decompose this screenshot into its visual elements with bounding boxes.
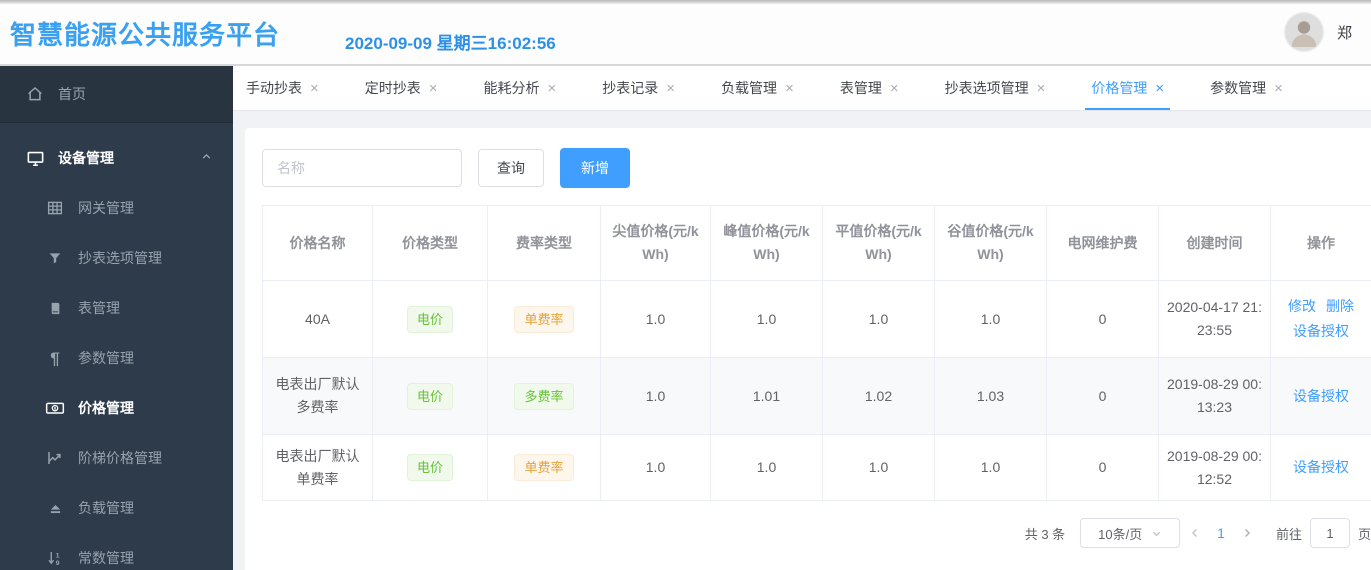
chevron-down-icon xyxy=(1151,528,1162,539)
chart-line-icon xyxy=(45,448,65,468)
close-icon[interactable]: × xyxy=(1155,81,1164,96)
toolbar: 查询 新增 xyxy=(262,148,1371,188)
table-row: 电表出厂默认多费率 电价 多费率 1.0 1.01 1.02 1.03 0 2019-08-29… xyxy=(262,357,1371,435)
close-icon[interactable]: × xyxy=(310,81,319,96)
table-row: 40A 电价 单费率 1.0 1.0 1.0 1.0 0 2020-04-17 21:23:55… xyxy=(262,280,1371,358)
sidebar-item-3[interactable]: 抄表选项管理 xyxy=(0,233,233,283)
sidebar-item-4[interactable]: 表管理 xyxy=(0,283,233,333)
page-size-select[interactable]: 10条/页 xyxy=(1080,518,1181,548)
page-unit-label: 页 xyxy=(1357,526,1371,542)
price-table: 价格名称 价格类型 费率类型 尖值价格(元/kWh) 峰值价格(元/kWh) 平值价格(元… xyxy=(262,205,1371,501)
tab-item-5[interactable]: 表管理 × xyxy=(840,66,899,110)
sidebar-item-0[interactable]: 首页 xyxy=(0,66,233,123)
green-badge: 电价 xyxy=(406,382,453,410)
home-icon xyxy=(25,84,45,104)
action-link[interactable]: 删除 xyxy=(1326,295,1354,318)
monitor-icon xyxy=(25,148,45,168)
table-row: 电表出厂默认单费率 电价 单费率 1.0 1.0 1.0 1.0 0 2019-08-29 00… xyxy=(262,434,1371,501)
tab-item-0[interactable]: 手动抄表 × xyxy=(246,66,319,110)
user-name: 郑 xyxy=(1337,24,1353,42)
orange-badge: 单费率 xyxy=(514,454,574,481)
close-icon[interactable]: × xyxy=(429,81,438,96)
grid-icon xyxy=(45,198,65,218)
sidebar-item-6[interactable]: 价格管理 xyxy=(0,383,233,433)
column-header-6: 谷值价格(元/kWh) xyxy=(934,205,1047,281)
filter-icon xyxy=(45,248,65,268)
content-card: 查询 新增 价格名称价格类型费率类型尖值价格(元/kWh)峰值价格(元/kWh)… xyxy=(245,128,1371,570)
close-icon[interactable]: × xyxy=(785,81,794,96)
tab-item-8[interactable]: 参数管理 × xyxy=(1210,66,1283,110)
action-link[interactable]: 设备授权 xyxy=(1293,385,1349,408)
column-header-5: 平值价格(元/kWh) xyxy=(822,205,935,281)
top-strip xyxy=(0,0,1371,4)
column-header-2: 费率类型 xyxy=(487,205,601,281)
tab-item-3[interactable]: 抄表记录 × xyxy=(602,66,675,110)
svg-text:1: 1 xyxy=(56,552,60,559)
sidebar-item-1[interactable]: 设备管理 xyxy=(0,133,233,183)
svg-text:9: 9 xyxy=(56,560,60,567)
goto-page-input[interactable] xyxy=(1309,518,1350,548)
column-header-1: 价格类型 xyxy=(372,205,488,281)
tab-item-2[interactable]: 能耗分析 × xyxy=(484,66,557,110)
tab-bar: 手动抄表 × 定时抄表 × 能耗分析 × 抄表记录 × 负载管理 × 表管理 × 抄表选项管理 × 价格管理… xyxy=(233,66,1371,111)
column-header-7: 电网维护费 xyxy=(1046,205,1159,281)
close-icon[interactable]: × xyxy=(548,81,557,96)
sidebar-item-5[interactable]: ¶ 参数管理 xyxy=(0,333,233,383)
action-link[interactable]: 设备授权 xyxy=(1293,320,1349,343)
sort-numeric-icon: 19 xyxy=(45,548,65,568)
column-header-9: 操作 xyxy=(1270,205,1371,281)
close-icon[interactable]: × xyxy=(1037,81,1046,96)
green-badge: 电价 xyxy=(406,454,453,481)
goto-label: 前往 xyxy=(1275,526,1302,542)
search-input[interactable] xyxy=(262,149,462,187)
page-title: 智慧能源公共服务平台 xyxy=(10,20,281,50)
avatar[interactable] xyxy=(1285,13,1323,51)
datetime-text: 2020-09-09 星期三16:02:56 xyxy=(345,34,556,53)
prev-page-button[interactable] xyxy=(1189,527,1201,539)
user-box[interactable]: 郑 xyxy=(1285,13,1352,51)
close-icon[interactable]: × xyxy=(1274,81,1283,96)
chevron-up-icon xyxy=(200,150,213,163)
tab-item-6[interactable]: 抄表选项管理 × xyxy=(945,66,1046,110)
green-badge: 电价 xyxy=(406,305,453,333)
action-link[interactable]: 修改 xyxy=(1288,295,1316,318)
column-header-4: 峰值价格(元/kWh) xyxy=(710,205,823,281)
next-page-button[interactable] xyxy=(1241,527,1253,539)
sidebar-item-8[interactable]: 负载管理 xyxy=(0,483,233,533)
query-button[interactable]: 查询 xyxy=(478,149,544,187)
column-header-0: 价格名称 xyxy=(262,205,373,281)
page-number[interactable]: 1 xyxy=(1217,525,1225,541)
money-icon xyxy=(45,398,65,418)
pagination: 共 3 条 10条/页 1 前往 页 xyxy=(262,518,1371,548)
orange-badge: 单费率 xyxy=(514,305,574,333)
top-header: 智慧能源公共服务平台 2020-09-09 星期三16:02:56 郑 xyxy=(0,0,1371,66)
tab-item-1[interactable]: 定时抄表 × xyxy=(365,66,438,110)
sidebar-item-9[interactable]: 1 9 常数管理 xyxy=(0,533,233,570)
add-button[interactable]: 新增 xyxy=(560,148,630,188)
column-header-3: 尖值价格(元/kWh) xyxy=(600,205,711,281)
sidebar-item-2[interactable]: 网关管理 xyxy=(0,183,233,233)
sidebar-item-7[interactable]: 阶梯价格管理 xyxy=(0,433,233,483)
column-header-8: 创建时间 xyxy=(1158,205,1271,281)
close-icon[interactable]: × xyxy=(890,81,899,96)
tab-item-7[interactable]: 价格管理 × xyxy=(1085,66,1170,110)
pilcrow-icon: ¶ xyxy=(50,348,60,368)
sidebar: 首页 设备管理 网关管理 抄表选项管理 表管理 ¶ 参数管理 价格管理 阶梯价格管理 负载管理 1 9… xyxy=(0,66,233,570)
book-icon xyxy=(45,298,65,318)
close-icon[interactable]: × xyxy=(666,81,675,96)
tab-item-4[interactable]: 负载管理 × xyxy=(721,66,794,110)
action-link[interactable]: 设备授权 xyxy=(1293,456,1349,479)
green-badge: 多费率 xyxy=(514,382,574,410)
total-count: 共 3 条 xyxy=(1024,526,1066,542)
eject-icon xyxy=(45,498,65,518)
